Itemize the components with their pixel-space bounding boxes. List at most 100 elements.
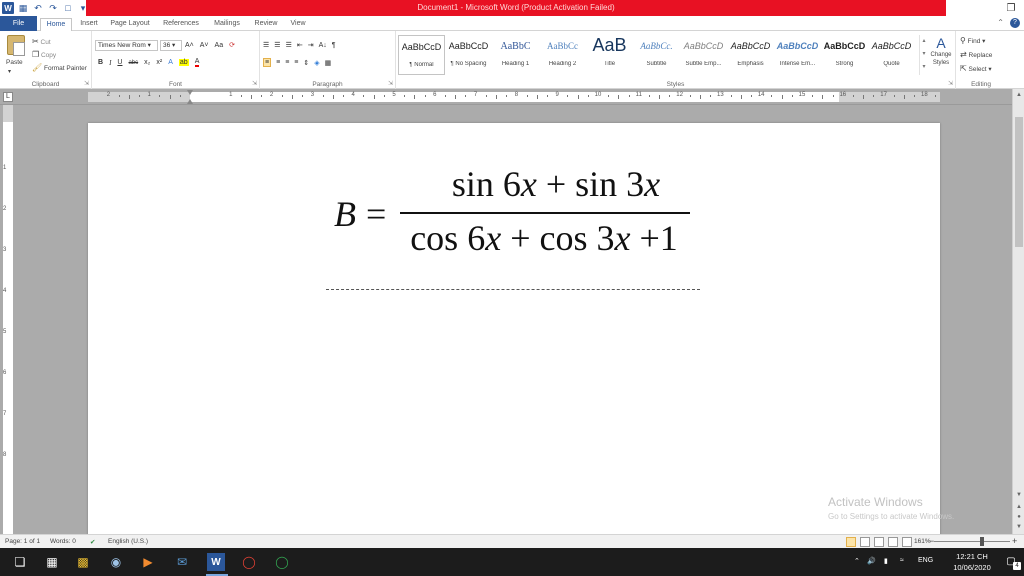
undo-icon[interactable]: ↶ <box>32 2 44 14</box>
tab-view[interactable]: View <box>286 18 310 31</box>
outline-view-button[interactable] <box>888 537 898 547</box>
browse-object-icon[interactable]: ● <box>1013 512 1024 522</box>
scroll-down-icon[interactable]: ▼ <box>1013 489 1024 501</box>
document-page[interactable]: B = sin 6x + sin 3x cos 6x + cos 3x +1 <box>88 123 940 534</box>
font-launcher-icon[interactable]: ⇲ <box>252 80 257 87</box>
media-player-icon[interactable]: ▶ <box>139 553 157 571</box>
replace-button[interactable]: ⇄ Replace <box>960 50 992 59</box>
bullets-icon[interactable]: ☰ <box>263 41 269 49</box>
shrink-font-button[interactable]: A˅ <box>200 42 209 49</box>
battery-icon[interactable]: ▮ <box>884 557 888 565</box>
italic-button[interactable]: I <box>109 59 111 67</box>
tab-review[interactable]: Review <box>250 18 282 31</box>
borders-icon[interactable]: ▦ <box>325 59 332 67</box>
clock-date[interactable]: 10/06/2020 <box>947 563 997 572</box>
align-left-icon[interactable]: ≡ <box>263 58 272 67</box>
vertical-ruler[interactable] <box>3 122 13 534</box>
paragraph-launcher-icon[interactable]: ⇲ <box>388 80 393 87</box>
font-name-box[interactable]: Times New Rom ▾ <box>95 40 158 51</box>
save-icon[interactable]: ▦ <box>17 2 29 14</box>
paste-icon[interactable] <box>7 35 25 56</box>
minimize-ribbon-icon[interactable]: ⌃ <box>997 18 1004 28</box>
find-button[interactable]: ⚲ Find ▾ <box>960 36 985 45</box>
subscript-button[interactable]: x₂ <box>144 59 150 66</box>
shading-icon[interactable]: ◈ <box>314 59 319 67</box>
word-app-icon[interactable]: W <box>2 2 14 14</box>
highlight-button[interactable]: ab <box>178 59 189 66</box>
text-effects-button[interactable]: A <box>168 59 173 66</box>
paste-button[interactable]: Paste <box>6 59 23 66</box>
font-size-box[interactable]: 36 ▾ <box>160 40 182 51</box>
style-normal[interactable]: AaBbCcD ¶ Normal <box>398 35 445 75</box>
style-strong[interactable]: AaBbCcD Strong <box>821 35 868 75</box>
tab-home[interactable]: Home <box>40 18 72 31</box>
select-button[interactable]: ⇱ Select ▾ <box>960 64 992 73</box>
zoom-in-button[interactable]: + <box>1012 536 1017 546</box>
style-heading-2[interactable]: AaBbCc Heading 2 <box>539 35 586 75</box>
full-screen-view-button[interactable] <box>860 537 870 547</box>
show-marks-button[interactable]: ¶ <box>332 42 336 49</box>
copy-button[interactable]: ❐ Copy <box>32 50 56 59</box>
align-center-icon[interactable]: ≡ <box>276 59 280 66</box>
font-color-button[interactable]: A <box>194 58 200 67</box>
redo-icon[interactable]: ↷ <box>47 2 59 14</box>
clipboard-launcher-icon[interactable]: ⇲ <box>84 80 89 87</box>
task-view-icon[interactable]: ▦ <box>43 553 61 571</box>
page-count[interactable]: Page: 1 of 1 <box>5 538 40 545</box>
tab-file[interactable]: File <box>0 16 37 31</box>
style-subtle-emphasis[interactable]: AaBbCcD Subtle Emp... <box>680 35 727 75</box>
style-no-spacing[interactable]: AaBbCcD ¶ No Spacing <box>445 35 492 75</box>
volume-icon[interactable]: 🔊 <box>867 557 876 565</box>
style-intense-emphasis[interactable]: AaBbCcD Intense Em... <box>774 35 821 75</box>
paste-dropdown-icon[interactable]: ▾ <box>8 68 11 75</box>
language-indicator[interactable]: English (U.S.) <box>108 538 148 545</box>
multilevel-list-icon[interactable]: ☰ <box>286 41 292 49</box>
style-heading-1[interactable]: AaBbC Heading 1 <box>492 35 539 75</box>
restore-button[interactable]: ❐ <box>998 0 1024 16</box>
zoom-slider-thumb[interactable] <box>980 537 984 546</box>
line-spacing-icon[interactable]: ⇕ <box>303 59 309 67</box>
previous-page-icon[interactable]: ▲ <box>1013 502 1024 512</box>
chrome-icon[interactable]: ◯ <box>240 553 258 571</box>
word-icon[interactable]: W <box>207 553 225 571</box>
clock-time[interactable]: 12:21 CH <box>947 552 997 561</box>
justify-icon[interactable]: ≡ <box>294 59 298 66</box>
equation[interactable]: B = sin 6x + sin 3x cos 6x + cos 3x +1 <box>326 164 706 269</box>
decrease-indent-icon[interactable]: ⇤ <box>297 41 303 49</box>
scroll-up-icon[interactable]: ▲ <box>1013 89 1024 101</box>
numbering-icon[interactable]: ☰ <box>274 41 280 49</box>
chrome-alt-icon[interactable]: ◯ <box>273 553 291 571</box>
strikethrough-button[interactable]: abc <box>128 60 138 66</box>
zoom-slider-track[interactable] <box>934 541 1010 542</box>
bold-button[interactable]: B <box>98 59 103 66</box>
indent-marker[interactable] <box>187 90 194 104</box>
format-painter-button[interactable]: 🖌 Format Painter <box>32 63 87 72</box>
web-layout-view-button[interactable] <box>874 537 884 547</box>
draft-view-button[interactable] <box>902 537 912 547</box>
tab-mailings[interactable]: Mailings <box>208 18 246 31</box>
tab-references[interactable]: References <box>158 18 204 31</box>
sort-button[interactable]: A↓ <box>319 42 327 49</box>
clear-formatting-icon[interactable]: ⟳ <box>229 41 235 49</box>
style-subtitle[interactable]: AaBbCc. Subtitle <box>633 35 680 75</box>
styles-launcher-icon[interactable]: ⇲ <box>948 80 953 87</box>
change-styles-button[interactable]: A Change Styles <box>929 35 953 67</box>
superscript-button[interactable]: x² <box>156 59 162 66</box>
tab-page-layout[interactable]: Page Layout <box>106 18 154 31</box>
increase-indent-icon[interactable]: ⇥ <box>308 41 314 49</box>
align-right-icon[interactable]: ≡ <box>285 59 289 66</box>
tab-insert[interactable]: Insert <box>76 18 102 31</box>
grow-font-button[interactable]: A˄ <box>185 42 194 49</box>
tab-selector-button[interactable]: L <box>3 92 13 102</box>
scrollbar-thumb[interactable] <box>1015 117 1023 247</box>
help-icon[interactable]: ? <box>1010 18 1020 28</box>
input-language[interactable]: ENG <box>918 557 933 564</box>
styles-gallery-scroll[interactable]: ▴ ▾ ▾ <box>919 35 928 75</box>
windows-start-icon[interactable]: ❏ <box>11 553 29 571</box>
print-layout-view-button[interactable] <box>846 537 856 547</box>
network-icon[interactable]: ≈ <box>900 557 904 564</box>
tray-overflow-icon[interactable]: ⌃ <box>854 557 860 565</box>
mail-icon[interactable]: ✉ <box>173 553 191 571</box>
new-document-icon[interactable]: □ <box>62 2 74 14</box>
style-title[interactable]: AaB Title <box>586 35 633 75</box>
